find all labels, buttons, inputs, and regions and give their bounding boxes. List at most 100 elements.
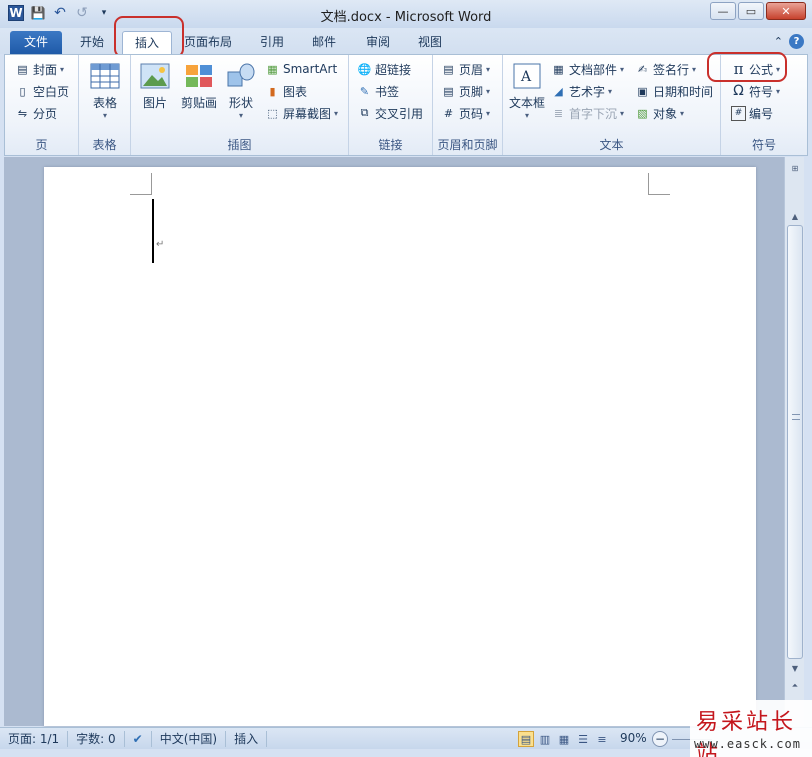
omega-icon: Ω bbox=[733, 83, 744, 99]
cross-reference-icon: ⧉ bbox=[360, 106, 369, 119]
maximize-button[interactable]: ▭ bbox=[738, 2, 764, 20]
page-break-icon: ⇋ bbox=[17, 106, 28, 120]
number-button[interactable]: # 编号 bbox=[731, 103, 773, 123]
shapes-button[interactable]: 形状 ▾ bbox=[219, 61, 263, 120]
tab-view[interactable]: 视图 bbox=[406, 31, 454, 54]
bookmark-button[interactable]: ✎ 书签 bbox=[357, 81, 399, 101]
full-screen-reading-icon[interactable]: ▥ bbox=[537, 731, 553, 747]
tab-review[interactable]: 审阅 bbox=[354, 31, 402, 54]
proofing-icon[interactable]: ✔ bbox=[125, 730, 152, 747]
screenshot-icon: ⬚ bbox=[267, 106, 278, 120]
scroll-thumb[interactable] bbox=[787, 225, 803, 659]
group-tables: 表格 ▾ 表格 bbox=[79, 55, 131, 155]
hyperlink-button[interactable]: 🌐 超链接 bbox=[357, 59, 411, 79]
help-area: ⌃ ? bbox=[774, 34, 804, 49]
object-button[interactable]: ▧ 对象 ▾ bbox=[635, 103, 684, 123]
signature-line-button[interactable]: ✍ 签名行 ▾ bbox=[635, 59, 696, 79]
page-break-button[interactable]: ⇋ 分页 bbox=[15, 103, 57, 123]
number-icon: # bbox=[731, 105, 746, 121]
group-label-header-footer: 页眉和页脚 bbox=[437, 138, 498, 152]
blank-page-icon: ▯ bbox=[19, 84, 26, 98]
web-layout-icon[interactable]: ▦ bbox=[556, 731, 572, 747]
tab-page-layout[interactable]: 页面布局 bbox=[172, 31, 244, 54]
status-language[interactable]: 中文(中国) bbox=[152, 730, 227, 747]
drop-cap-icon: ≣ bbox=[553, 106, 564, 120]
blank-page-button[interactable]: ▯ 空白页 bbox=[15, 81, 69, 101]
quick-parts-button[interactable]: ▦ 文档部件 ▾ bbox=[551, 59, 624, 79]
clipart-icon bbox=[183, 61, 215, 91]
footer-icon: ▤ bbox=[443, 84, 454, 98]
group-header-footer: ▤ 页眉 ▾ ▤ 页脚 ▾ # 页码 ▾ 页眉和页脚 bbox=[433, 55, 503, 155]
minimize-button[interactable]: — bbox=[710, 2, 736, 20]
footer-button[interactable]: ▤ 页脚 ▾ bbox=[441, 81, 490, 101]
outline-view-icon[interactable]: ☰ bbox=[575, 731, 591, 747]
quick-parts-icon: ▦ bbox=[553, 62, 564, 76]
minimize-ribbon-icon[interactable]: ⌃ bbox=[774, 35, 783, 48]
tab-mailings[interactable]: 邮件 bbox=[300, 31, 348, 54]
group-label-pages: 页 bbox=[35, 138, 48, 152]
chart-icon: ▮ bbox=[269, 84, 276, 98]
picture-button[interactable]: 图片 bbox=[133, 61, 177, 111]
ribbon: ▤ 封面 ▾ ▯ 空白页 ⇋ 分页 页 表格 ▾ 表格 图片 剪贴画 形状 ▾ … bbox=[4, 54, 808, 156]
group-label-text: 文本 bbox=[599, 138, 624, 152]
group-label-tables: 表格 bbox=[92, 138, 117, 152]
tab-home[interactable]: 开始 bbox=[68, 31, 116, 54]
view-buttons: ▤ ▥ ▦ ☰ ≡ bbox=[518, 731, 610, 747]
group-label-links: 链接 bbox=[378, 138, 403, 152]
chart-button[interactable]: ▮ 图表 bbox=[265, 81, 307, 101]
equation-button[interactable]: π 公式 ▾ bbox=[731, 59, 780, 79]
watermark: 易采站长站 www.easck.com bbox=[690, 700, 812, 757]
cross-reference-button[interactable]: ⧉ 交叉引用 bbox=[357, 103, 423, 123]
help-icon[interactable]: ? bbox=[789, 34, 804, 49]
previous-page-icon[interactable]: ⏶ bbox=[787, 679, 803, 693]
close-button[interactable]: ✕ bbox=[766, 2, 806, 20]
group-label-symbols: 符号 bbox=[751, 138, 776, 152]
group-label-illustrations: 插图 bbox=[227, 138, 252, 152]
page-number-icon: # bbox=[443, 106, 454, 120]
header-button[interactable]: ▤ 页眉 ▾ bbox=[441, 59, 490, 79]
group-pages: ▤ 封面 ▾ ▯ 空白页 ⇋ 分页 页 bbox=[5, 55, 79, 155]
hyperlink-icon: 🌐 bbox=[357, 62, 372, 76]
screenshot-button[interactable]: ⬚ 屏幕截图 ▾ bbox=[265, 103, 338, 123]
page-number-button[interactable]: # 页码 ▾ bbox=[441, 103, 490, 123]
text-cursor bbox=[152, 199, 154, 263]
smartart-icon: ▦ bbox=[267, 62, 278, 76]
date-time-button[interactable]: ▣ 日期和时间 bbox=[635, 81, 713, 101]
picture-icon bbox=[139, 61, 171, 91]
wordart-button[interactable]: ◢ 艺术字 ▾ bbox=[551, 81, 612, 101]
date-time-icon: ▣ bbox=[637, 84, 648, 98]
svg-text:A: A bbox=[520, 69, 532, 85]
drop-cap-button[interactable]: ≣ 首字下沉 ▾ bbox=[551, 103, 624, 123]
tab-insert[interactable]: 插入 bbox=[122, 31, 173, 54]
bookmark-icon: ✎ bbox=[359, 84, 370, 98]
document-area: ↵ bbox=[4, 157, 784, 726]
ruler-toggle-icon[interactable]: ⊞ bbox=[787, 161, 803, 175]
wordart-icon: ◢ bbox=[554, 84, 563, 98]
zoom-out-icon[interactable]: − bbox=[652, 731, 668, 747]
table-icon bbox=[89, 61, 121, 91]
group-links: 🌐 超链接 ✎ 书签 ⧉ 交叉引用 链接 bbox=[349, 55, 433, 155]
vertical-scrollbar[interactable]: ⊞ ▲ ▼ ⏶ bbox=[784, 157, 804, 726]
textbox-button[interactable]: A 文本框 ▾ bbox=[505, 61, 549, 120]
status-page[interactable]: 页面: 1/1 bbox=[0, 730, 69, 747]
cover-page-button[interactable]: ▤ 封面 ▾ bbox=[15, 59, 64, 79]
status-insert-mode[interactable]: 插入 bbox=[226, 730, 268, 747]
print-layout-icon[interactable]: ▤ bbox=[518, 731, 534, 747]
table-button[interactable]: 表格 ▾ bbox=[83, 61, 127, 120]
scroll-down-icon[interactable]: ▼ bbox=[787, 661, 803, 675]
group-illustrations: 图片 剪贴画 形状 ▾ ▦ SmartArt ▮ 图表 ⬚ 屏幕截图 ▾ 插图 bbox=[131, 55, 349, 155]
scroll-grip bbox=[792, 414, 800, 420]
scroll-up-icon[interactable]: ▲ bbox=[787, 209, 803, 223]
smartart-button[interactable]: ▦ SmartArt bbox=[265, 59, 337, 79]
signature-line-icon: ✍ bbox=[637, 62, 648, 76]
tab-file[interactable]: 文件 bbox=[10, 31, 62, 54]
zoom-level[interactable]: 90% bbox=[620, 731, 647, 745]
paragraph-mark: ↵ bbox=[156, 239, 165, 250]
clipart-button[interactable]: 剪贴画 bbox=[177, 61, 221, 111]
status-word-count[interactable]: 字数: 0 bbox=[68, 730, 125, 747]
tab-references[interactable]: 引用 bbox=[248, 31, 296, 54]
textbox-icon: A bbox=[511, 61, 543, 91]
symbol-button[interactable]: Ω 符号 ▾ bbox=[731, 81, 780, 101]
document-page[interactable]: ↵ bbox=[44, 167, 756, 726]
draft-view-icon[interactable]: ≡ bbox=[594, 731, 610, 747]
